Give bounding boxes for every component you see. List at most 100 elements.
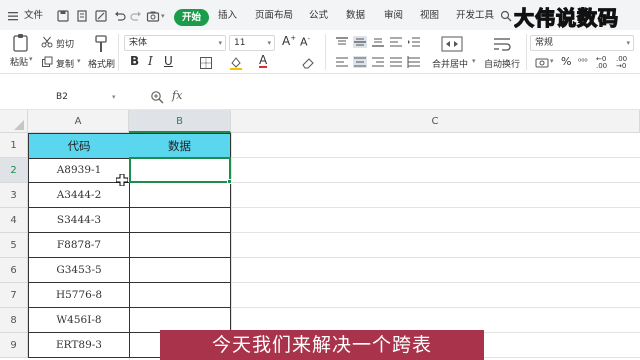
tab-data[interactable]: 数据: [346, 0, 365, 30]
merge-center-label[interactable]: 合并居中: [432, 57, 468, 70]
column-header-c[interactable]: C: [231, 110, 640, 133]
paste-icon[interactable]: [12, 33, 30, 53]
comma-style-icon[interactable]: ⁰⁰⁰: [578, 57, 588, 66]
row-header[interactable]: 7: [0, 283, 28, 308]
copy-icon[interactable]: [41, 56, 53, 68]
code-cell[interactable]: ERT89-3: [28, 333, 130, 358]
align-middle-icon[interactable]: [353, 36, 367, 48]
text-direction-icon[interactable]: [389, 36, 403, 48]
data-cell[interactable]: [129, 183, 231, 208]
row-header[interactable]: 8: [0, 308, 28, 333]
cut-label[interactable]: 剪切: [56, 37, 74, 50]
code-cell[interactable]: F8878-7: [28, 233, 130, 258]
align-left-icon[interactable]: [335, 56, 349, 68]
fill-color-bucket-icon[interactable]: [229, 56, 243, 70]
decrease-font-size-icon[interactable]: A-: [300, 35, 310, 49]
formula-input[interactable]: [190, 88, 636, 106]
data-cell[interactable]: [129, 233, 231, 258]
zoom-search-icon[interactable]: [150, 90, 164, 104]
redo-icon[interactable]: [129, 9, 143, 23]
merge-chevron-down-icon[interactable]: ▾: [472, 57, 476, 65]
font-color-icon[interactable]: A: [259, 54, 268, 68]
wrap-text-label[interactable]: 自动换行: [484, 57, 520, 70]
currency-icon[interactable]: [535, 57, 549, 69]
tab-home[interactable]: 开始: [174, 9, 209, 26]
row-header[interactable]: 4: [0, 208, 28, 233]
code-cell[interactable]: G3453-5: [28, 258, 130, 283]
row-header[interactable]: 3: [0, 183, 28, 208]
align-bottom-icon[interactable]: [371, 36, 385, 48]
data-cell[interactable]: [129, 283, 231, 308]
ribbon-divider: [325, 34, 326, 70]
align-center-icon[interactable]: [353, 56, 367, 68]
select-all-corner[interactable]: [0, 110, 28, 133]
screenshot-camera-icon[interactable]: [146, 9, 160, 23]
name-box-chevron-down-icon[interactable]: ▾: [112, 89, 116, 105]
currency-chevron-down-icon[interactable]: ▾: [550, 57, 554, 65]
code-cell[interactable]: W456I-8: [28, 308, 130, 333]
export-pdf-icon[interactable]: [94, 9, 108, 23]
column-header-b[interactable]: B: [129, 110, 231, 133]
code-cell[interactable]: S3444-3: [28, 208, 130, 233]
wrap-text-icon[interactable]: [492, 35, 512, 53]
row-header[interactable]: 9: [0, 333, 28, 358]
tab-developer[interactable]: 开发工具: [456, 0, 494, 30]
number-format-select[interactable]: 常规 ▾: [530, 35, 634, 51]
indent-icon[interactable]: [407, 36, 421, 48]
code-cell[interactable]: A3444-2: [28, 183, 130, 208]
data-cell[interactable]: [129, 258, 231, 283]
name-box[interactable]: B2: [6, 89, 118, 105]
increase-font-size-icon[interactable]: A+: [282, 34, 296, 48]
align-right-icon[interactable]: [371, 56, 385, 68]
cell-b1-header[interactable]: 数据: [129, 133, 231, 159]
scissors-icon[interactable]: [41, 36, 53, 48]
copy-label[interactable]: 复制: [56, 57, 74, 70]
fill-handle[interactable]: [227, 179, 232, 184]
data-cell[interactable]: [129, 208, 231, 233]
font-size-select[interactable]: 11 ▾: [229, 35, 275, 51]
decrease-decimal-icon[interactable]: .00 →0: [616, 56, 627, 70]
hamburger-menu-icon[interactable]: [7, 10, 19, 22]
column-header-a[interactable]: A: [28, 110, 129, 133]
code-cell[interactable]: H5776-8: [28, 283, 130, 308]
justify-icon[interactable]: [389, 56, 403, 68]
underline-icon[interactable]: U: [164, 54, 173, 68]
tab-formulas[interactable]: 公式: [309, 0, 328, 30]
paste-chevron-down-icon[interactable]: ▾: [29, 55, 33, 63]
file-menu[interactable]: 文件: [24, 0, 43, 30]
align-top-icon[interactable]: [335, 36, 349, 48]
format-painter-label[interactable]: 格式刷: [88, 57, 115, 70]
tab-insert[interactable]: 插入: [218, 0, 237, 30]
cell-a1-header[interactable]: 代码: [28, 133, 130, 159]
font-name-select[interactable]: 宋体 ▾: [124, 35, 226, 51]
code-cell[interactable]: A8939-1: [28, 158, 130, 183]
row-header[interactable]: 1: [0, 133, 28, 158]
fx-icon[interactable]: fx: [172, 89, 182, 102]
row-header[interactable]: 2: [0, 158, 28, 183]
merge-center-icon[interactable]: [441, 35, 463, 53]
italic-icon[interactable]: I: [148, 54, 153, 68]
copy-chevron-down-icon[interactable]: ▾: [77, 57, 81, 65]
font-name-chevron-down-icon: ▾: [218, 39, 222, 47]
borders-icon[interactable]: [199, 56, 213, 70]
tab-review[interactable]: 审阅: [384, 0, 403, 30]
undo-icon[interactable]: [113, 9, 127, 23]
distributed-align-icon[interactable]: [407, 56, 421, 68]
save-icon[interactable]: [56, 9, 70, 23]
row-header[interactable]: 5: [0, 233, 28, 258]
format-painter-icon[interactable]: [93, 34, 109, 54]
paste-label[interactable]: 粘贴: [10, 55, 28, 68]
spreadsheet-grid: A B C 1 2 3 4 5 6 7 8 9 代码 数据 A8939-1 A3…: [0, 110, 640, 360]
quick-access-chevron-down-icon[interactable]: ▾: [161, 0, 165, 30]
percent-style-icon[interactable]: %: [561, 55, 571, 68]
active-cell-selection[interactable]: [129, 157, 231, 183]
bold-icon[interactable]: B: [130, 54, 139, 68]
tab-page-layout[interactable]: 页面布局: [255, 0, 293, 30]
clear-format-eraser-icon[interactable]: [301, 56, 315, 70]
tab-view[interactable]: 视图: [420, 0, 439, 30]
print-preview-icon[interactable]: [75, 9, 89, 23]
increase-decimal-icon[interactable]: ←0.00: [596, 56, 607, 70]
ribbon-divider: [526, 34, 527, 70]
row-header[interactable]: 6: [0, 258, 28, 283]
search-icon[interactable]: [500, 10, 512, 22]
